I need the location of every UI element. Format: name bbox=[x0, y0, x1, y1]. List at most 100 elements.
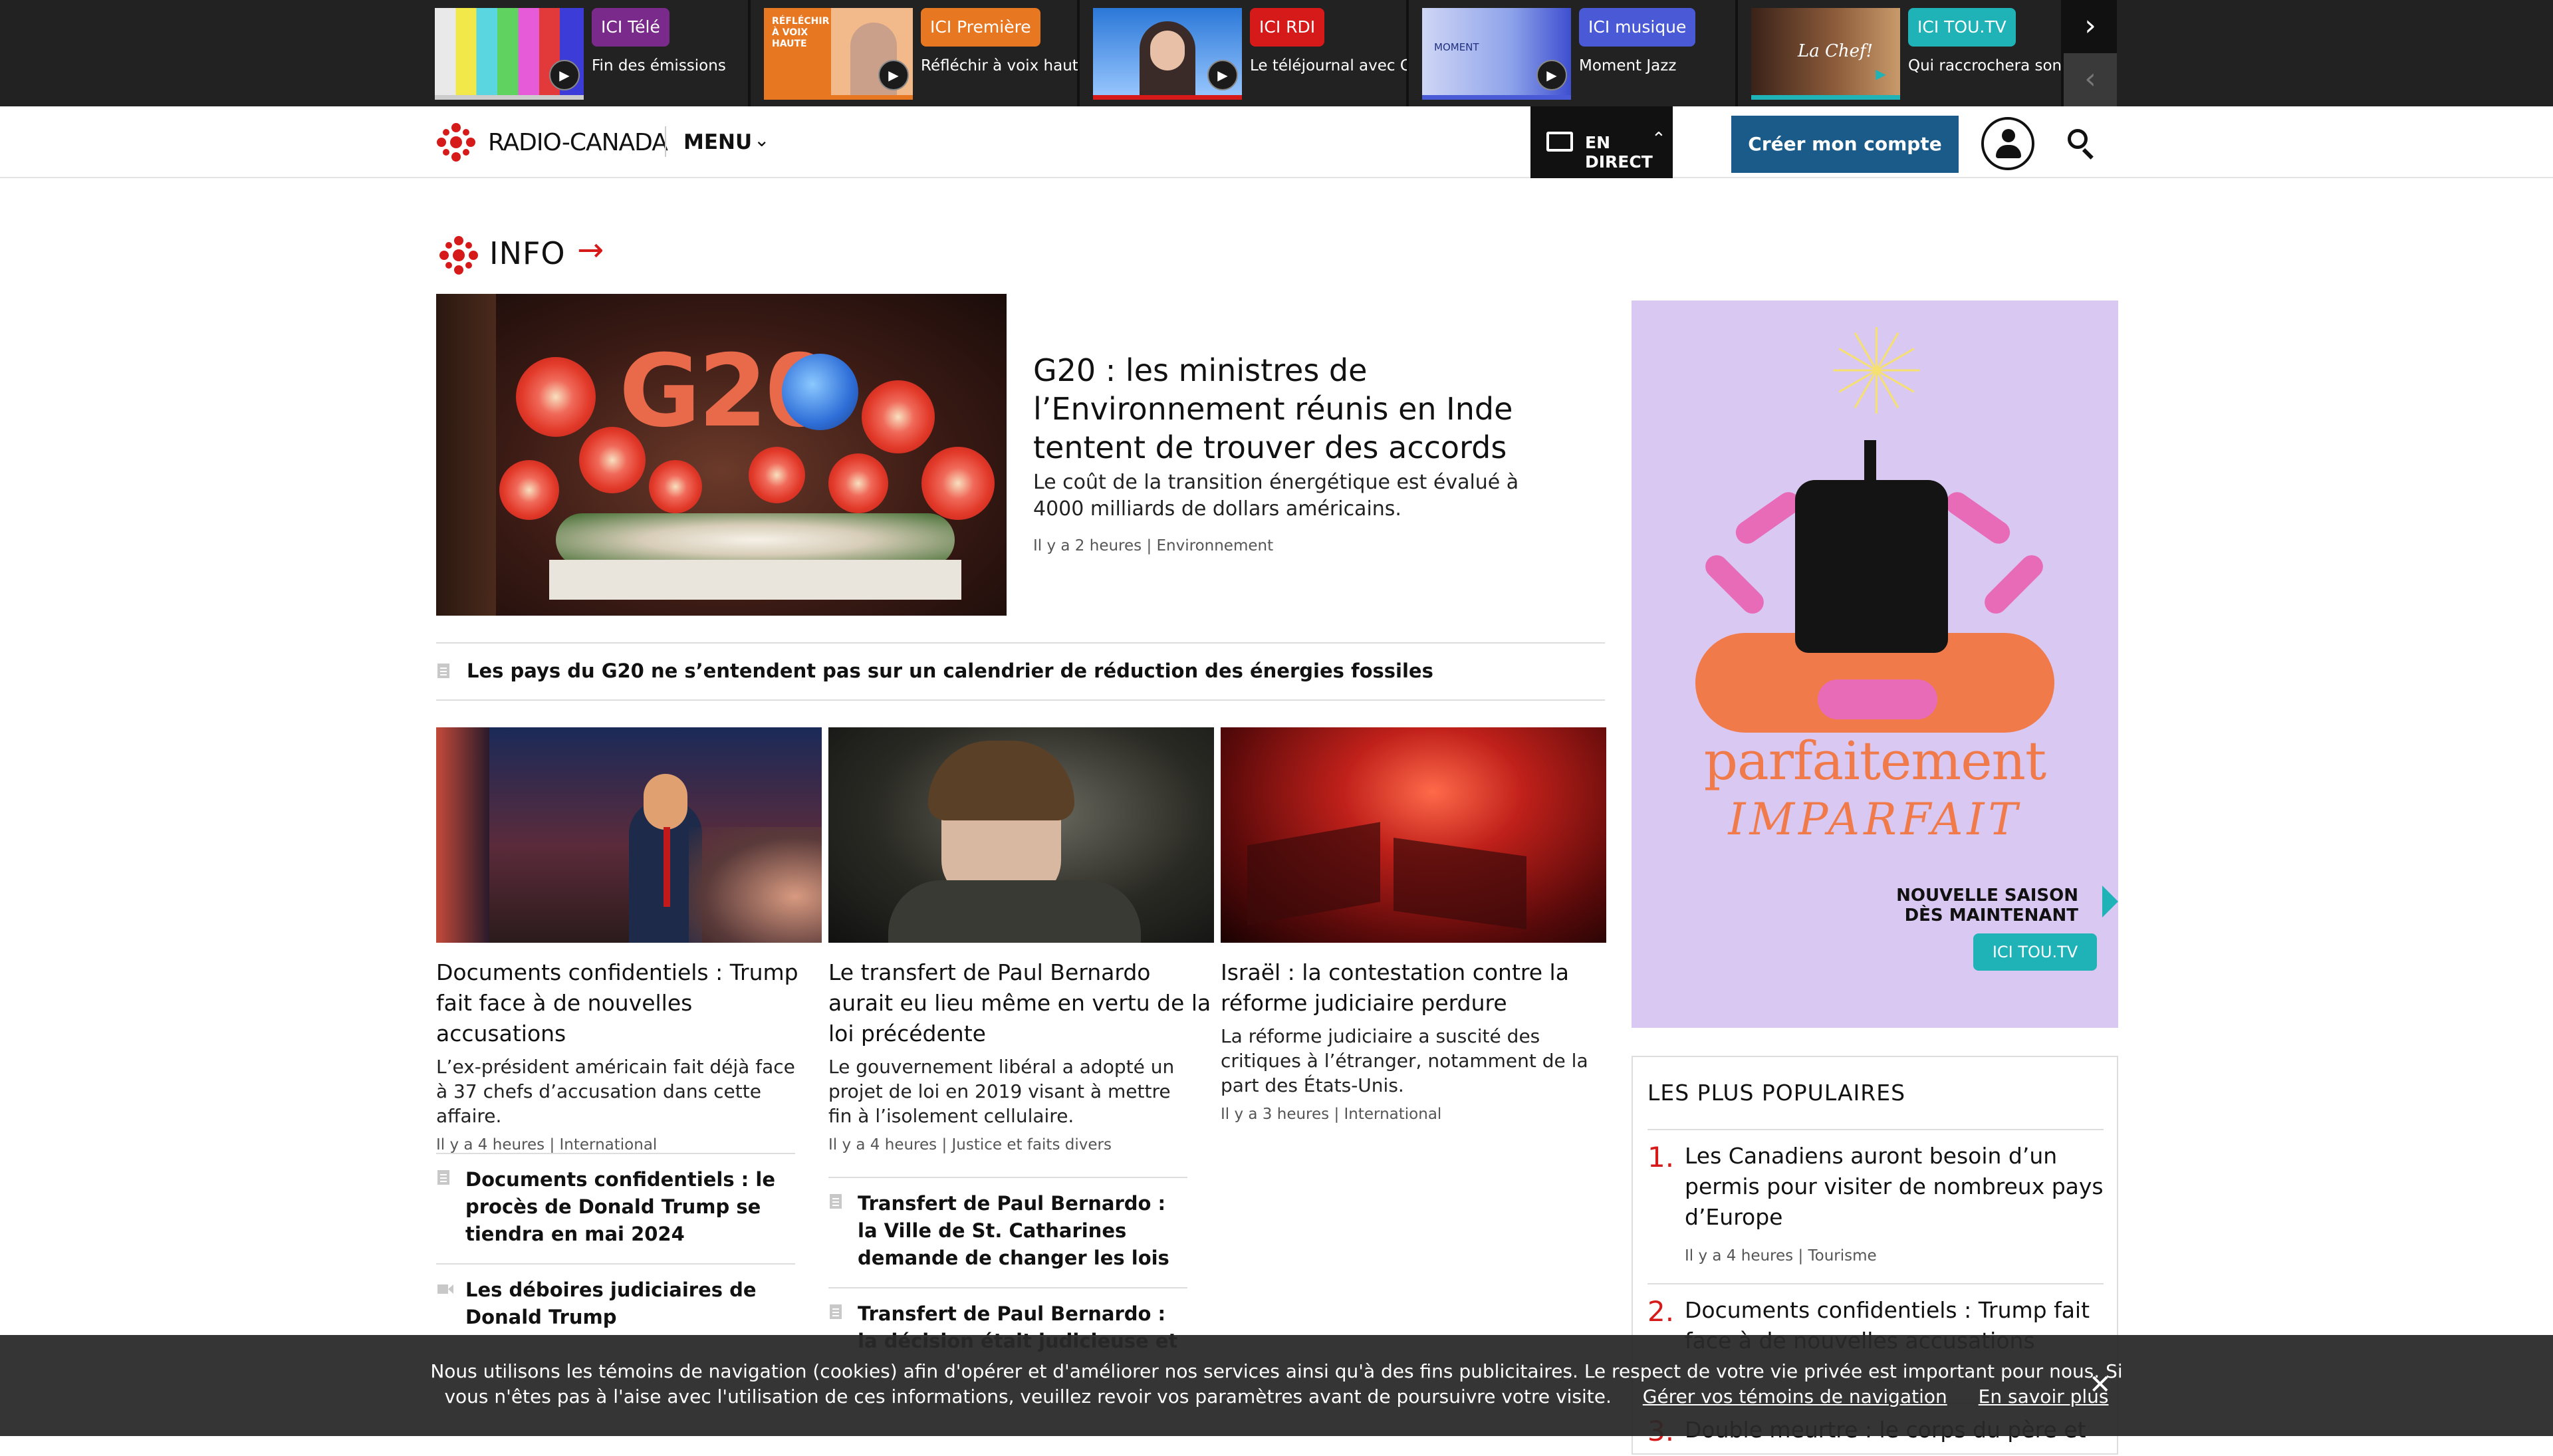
show-title: Moment Jazz bbox=[1579, 57, 1677, 74]
cookie-text-line2: vous n'êtes pas à l'aise avec l'utilisat… bbox=[0, 1386, 2553, 1407]
story-image[interactable] bbox=[828, 727, 1214, 943]
story-description: La réforme judiciaire a suscité des crit… bbox=[1221, 1025, 1588, 1096]
show-thumbnail: MOMENT ▶ bbox=[1422, 8, 1571, 100]
show-title: Qui raccrochera son t bbox=[1908, 57, 2065, 74]
chevron-down-icon[interactable]: ⌄ bbox=[754, 129, 769, 151]
tv-icon bbox=[1546, 132, 1573, 152]
thumbnail-caption: La Chef! bbox=[1798, 41, 1874, 61]
ad-title: parfaitement bbox=[1703, 730, 2046, 792]
lead-story-meta: Il y a 2 heures | Environnement bbox=[1033, 537, 1274, 554]
document-icon bbox=[830, 1304, 842, 1319]
channel-badge: ICI Première bbox=[921, 8, 1040, 47]
show-thumbnail: ▶ bbox=[435, 8, 584, 100]
story-image[interactable] bbox=[436, 727, 822, 943]
video-icon-lens bbox=[448, 1284, 453, 1294]
story-title[interactable]: Le transfert de Paul Bernardo aurait eu … bbox=[828, 957, 1214, 1049]
show-title: Le téléjournal avec Cé bbox=[1250, 57, 1407, 74]
thumbnail-caption: MOMENT bbox=[1434, 41, 1479, 53]
related-link[interactable]: Les pays du G20 ne s’entendent pas sur u… bbox=[436, 642, 1605, 701]
play-icon[interactable]: ▶ bbox=[878, 60, 909, 90]
panel-title: LES PLUS POPULAIRES bbox=[1647, 1080, 1906, 1106]
chevron-right-icon[interactable]: › bbox=[2064, 0, 2117, 53]
story-meta: Il y a 4 heures | International bbox=[436, 1136, 658, 1153]
show-thumbnail: La Chef! ▶ bbox=[1751, 8, 1900, 100]
carousel-card[interactable]: RÉFLÉCHIR À VOIX HAUTE ▶ ICI Première Ré… bbox=[757, 0, 1080, 106]
live-button[interactable]: EN DIRECT ⌃ bbox=[1530, 106, 1673, 178]
popular-item-title: Les Canadiens auront besoin d’un permis … bbox=[1685, 1143, 2104, 1230]
story-title[interactable]: Documents confidentiels : Trump fait fac… bbox=[436, 957, 822, 1049]
ad-tagline: DÈS MAINTENANT bbox=[1904, 906, 2078, 925]
arrow-right-icon[interactable]: → bbox=[577, 231, 604, 269]
lead-story-description: Le coût de la transition énergétique est… bbox=[1033, 471, 1519, 521]
lead-story-image[interactable]: G20 bbox=[436, 294, 1007, 616]
cookie-text: Nous utilisons les témoins de navigation… bbox=[430, 1360, 2123, 1382]
globe-icon bbox=[782, 354, 858, 430]
related-link-text: Les pays du G20 ne s’entendent pas sur u… bbox=[467, 660, 1433, 682]
popular-item[interactable]: 1. Les Canadiens auront besoin d’un perm… bbox=[1647, 1129, 2104, 1282]
play-icon[interactable]: ▶ bbox=[1207, 60, 1238, 90]
story-card[interactable]: Le transfert de Paul Bernardo aurait eu … bbox=[828, 727, 1214, 1153]
site-header: RADIO-CANADA MENU ⌄ EN DIRECT ⌃ Créer mo… bbox=[0, 106, 2553, 178]
cookie-text: vous n'êtes pas à l'aise avec l'utilisat… bbox=[444, 1386, 1612, 1407]
play-icon[interactable]: ▶ bbox=[1866, 60, 1896, 90]
related-link[interactable]: Documents confidentiels : le procès de D… bbox=[436, 1153, 795, 1259]
carousel-card[interactable]: ▶ ICI Télé Fin des émissions bbox=[428, 0, 751, 106]
story-meta: Il y a 3 heures | International bbox=[1221, 1106, 1442, 1123]
play-icon bbox=[2102, 886, 2118, 917]
show-title: Réfléchir à voix haute bbox=[921, 57, 1078, 74]
related-link-text: Les déboires judiciaires de Donald Trump bbox=[465, 1278, 757, 1328]
show-title: Fin des émissions bbox=[592, 57, 726, 74]
related-link-text: Transfert de Paul Bernardo : la Ville de… bbox=[858, 1192, 1169, 1269]
radio-canada-logo-icon[interactable] bbox=[436, 122, 476, 162]
related-link-text: Documents confidentiels : le procès de D… bbox=[465, 1168, 775, 1245]
rank-number: 1. bbox=[1647, 1141, 1675, 1173]
section-heading[interactable]: INFO bbox=[489, 235, 566, 271]
show-thumbnail: RÉFLÉCHIR À VOIX HAUTE ▶ bbox=[764, 8, 913, 100]
channel-badge: ICI TOU.TV bbox=[1908, 8, 2016, 47]
cookie-banner: Nous utilisons les témoins de navigation… bbox=[0, 1335, 2553, 1436]
search-icon[interactable] bbox=[2065, 126, 2098, 160]
story-card[interactable]: Documents confidentiels : Trump fait fac… bbox=[436, 727, 822, 1153]
play-icon[interactable]: ▶ bbox=[1536, 60, 1567, 90]
channel-badge: ICI RDI bbox=[1250, 8, 1325, 47]
carousel-card[interactable]: MOMENT ▶ ICI musique Moment Jazz bbox=[1415, 0, 1738, 106]
user-icon[interactable] bbox=[1981, 117, 2034, 170]
video-icon bbox=[437, 1284, 448, 1294]
manage-cookies-link[interactable]: Gérer vos témoins de navigation bbox=[1643, 1386, 1947, 1407]
ad-tagline: NOUVELLE SAISON bbox=[1896, 886, 2078, 906]
close-icon[interactable]: ✕ bbox=[2089, 1370, 2112, 1400]
divider bbox=[665, 126, 666, 157]
rank-number: 2. bbox=[1647, 1295, 1675, 1328]
advertisement[interactable]: parfaitement IMPARFAIT NOUVELLE SAISON D… bbox=[1632, 301, 2118, 1028]
related-link[interactable]: Les déboires judiciaires de Donald Trump bbox=[436, 1263, 795, 1335]
ad-logo: ICI TOU.TV bbox=[1973, 933, 2097, 971]
story-meta: Il y a 4 heures | Justice et faits diver… bbox=[828, 1136, 1112, 1153]
related-link[interactable]: Transfert de Paul Bernardo : la Ville de… bbox=[828, 1177, 1187, 1283]
story-image[interactable] bbox=[1221, 727, 1606, 943]
carousel-card[interactable]: ▶ ICI RDI Le téléjournal avec Cé bbox=[1086, 0, 1409, 106]
chevron-left-icon[interactable]: ‹ bbox=[2064, 53, 2117, 106]
document-icon bbox=[437, 664, 449, 678]
story-card[interactable]: Israël : la contestation contre la réfor… bbox=[1221, 727, 1606, 1123]
carousel-card[interactable]: La Chef! ▶ ICI TOU.TV Qui raccrochera so… bbox=[1745, 0, 2065, 106]
ad-subtitle: IMPARFAIT bbox=[1728, 794, 2022, 845]
play-icon[interactable]: ▶ bbox=[549, 60, 580, 90]
sparkle-icon bbox=[1833, 327, 1920, 414]
site-logo-text[interactable]: RADIO-CANADA bbox=[488, 129, 668, 156]
document-icon bbox=[830, 1194, 842, 1209]
story-description: Le gouvernement libéral a adopté un proj… bbox=[828, 1056, 1175, 1127]
popular-item-meta: Il y a 4 heures | Tourisme bbox=[1685, 1247, 1877, 1265]
channel-badge: ICI Télé bbox=[592, 8, 669, 47]
radio-canada-gem-icon bbox=[439, 236, 478, 275]
document-icon bbox=[437, 1170, 449, 1185]
menu-button[interactable]: MENU bbox=[683, 130, 752, 154]
lead-story-title[interactable]: G20 : les ministres de l’Environnement r… bbox=[1033, 351, 1592, 467]
story-description: L’ex-président américain fait déjà face … bbox=[436, 1056, 795, 1127]
story-title[interactable]: Israël : la contestation contre la réfor… bbox=[1221, 957, 1606, 1019]
thumbnail-caption: RÉFLÉCHIR À VOIX HAUTE bbox=[772, 16, 830, 49]
channel-badge: ICI musique bbox=[1579, 8, 1696, 47]
live-shows-carousel: ▶ ICI Télé Fin des émissions RÉFLÉCHIR À… bbox=[0, 0, 2553, 106]
show-thumbnail: ▶ bbox=[1093, 8, 1242, 100]
chevron-up-icon: ⌃ bbox=[1651, 129, 1666, 149]
create-account-button[interactable]: Créer mon compte bbox=[1731, 116, 1959, 173]
